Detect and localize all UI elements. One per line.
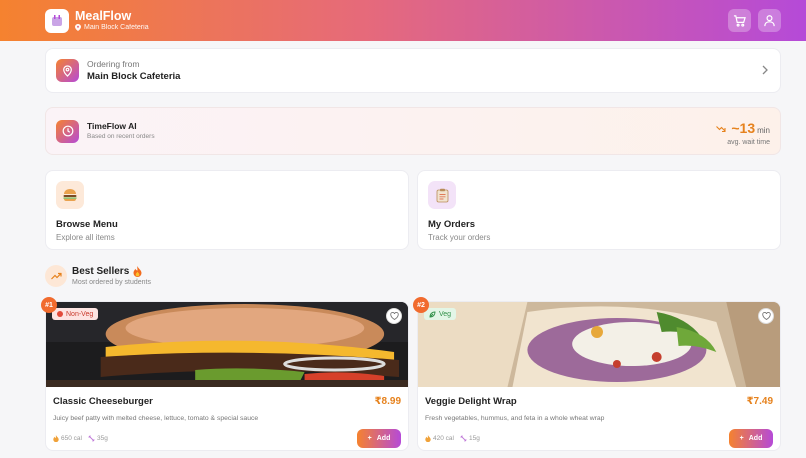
product-meta: 420 cal 15g [425,435,480,442]
product-description: Juicy beef patty with melted cheese, let… [53,415,259,422]
chevron-right-icon [762,65,768,75]
location-pin-icon [56,59,79,82]
product-name: Classic Cheeseburger [53,396,153,407]
tile-title: My Orders [428,219,475,230]
add-to-cart-button[interactable]: + Add [357,429,401,448]
rank-badge: #1 [41,297,57,313]
logo-icon [45,8,69,33]
plus-icon: + [739,435,744,442]
best-sellers-header: Best Sellers Most ordered by students [45,265,151,287]
burger-icon [56,181,84,209]
tile-title: Browse Menu [56,219,118,230]
cart-icon [733,15,746,27]
timeflow-title: TimeFlow AI [87,121,137,131]
add-to-cart-button[interactable]: + Add [729,429,773,448]
protein-icon [460,435,467,442]
user-icon [764,15,775,27]
product-meta: 650 cal 35g [53,435,108,442]
header-location: Main Block Cafeteria [75,23,149,32]
trending-icon [45,265,67,287]
clock-icon [56,119,79,143]
product-name: Veggie Delight Wrap [425,396,517,407]
app-header: MealFlow Main Block Cafeteria [0,0,806,41]
veggie-wrap-image [418,302,780,387]
clipboard-icon [428,181,456,209]
favorite-button[interactable] [386,308,402,324]
plus-icon: + [367,435,372,442]
app-name: MealFlow [75,9,132,23]
my-orders-tile[interactable]: My Orders Track your orders [417,170,781,250]
timeflow-subtitle: Based on recent orders [87,133,155,140]
heart-icon [389,312,399,320]
trend-icon [716,126,726,133]
heart-icon [761,312,771,320]
tile-subtitle: Explore all items [56,233,115,242]
protein-icon [88,435,95,442]
ordering-location-card[interactable]: Ordering from Main Block Cafeteria [45,48,781,93]
tile-subtitle: Track your orders [428,233,491,242]
timeflow-ai-card: TimeFlow AI Based on recent orders ~13 mi… [45,107,781,155]
wait-time: ~13 min avg. wait time [716,120,770,146]
product-card[interactable]: Veg Veggie Delight Wrap ₹7.49 Fresh vege… [417,301,781,451]
favorite-button[interactable] [758,308,774,324]
non-veg-tag: Non-Veg [52,308,99,320]
rank-badge: #2 [413,297,429,313]
leaf-icon [429,311,436,317]
wait-unit: min [757,126,770,135]
product-card[interactable]: Non-Veg Classic Cheeseburger ₹8.99 Juicy… [45,301,409,451]
profile-button[interactable] [758,9,781,32]
browse-menu-tile[interactable]: Browse Menu Explore all items [45,170,409,250]
calorie-icon [425,435,431,442]
ordering-label: Ordering from [87,58,140,69]
wait-caption: avg. wait time [727,139,770,146]
wait-prefix: ~ [731,120,740,136]
ordering-value: Main Block Cafeteria [87,70,181,82]
cart-button[interactable] [728,9,751,32]
fire-icon [133,266,142,277]
best-sellers-subtitle: Most ordered by students [72,279,151,286]
pin-icon [75,24,81,31]
product-description: Fresh vegetables, hummus, and feta in a … [425,415,605,422]
best-sellers-title: Best Sellers [72,266,130,277]
cheeseburger-image [46,302,408,387]
calorie-icon [53,435,59,442]
product-price: ₹8.99 [374,396,401,407]
wait-value: 13 [739,120,756,136]
veg-tag: Veg [424,308,457,320]
product-price: ₹7.49 [746,396,773,407]
